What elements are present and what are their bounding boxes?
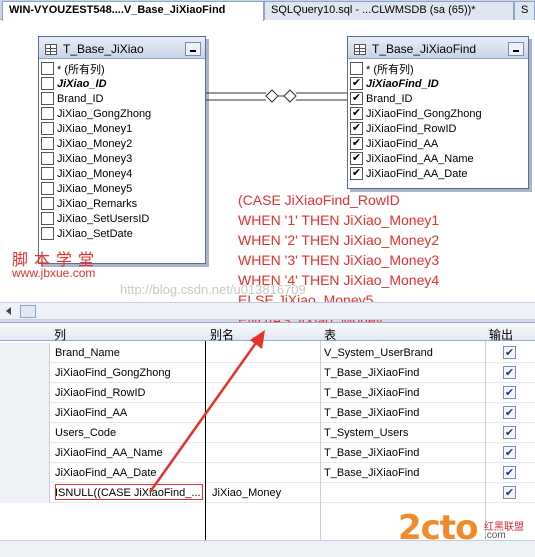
site-logo-url: .com (484, 530, 506, 541)
annotation-arrow (148, 330, 265, 493)
tab-label: WIN-VYOUZEST548....V_Base_JiXiaoFind (9, 4, 226, 16)
tab-view-design[interactable]: WIN-VYOUZEST548....V_Base_JiXiaoFind (2, 1, 264, 21)
site-logo: 2cto (398, 508, 478, 548)
